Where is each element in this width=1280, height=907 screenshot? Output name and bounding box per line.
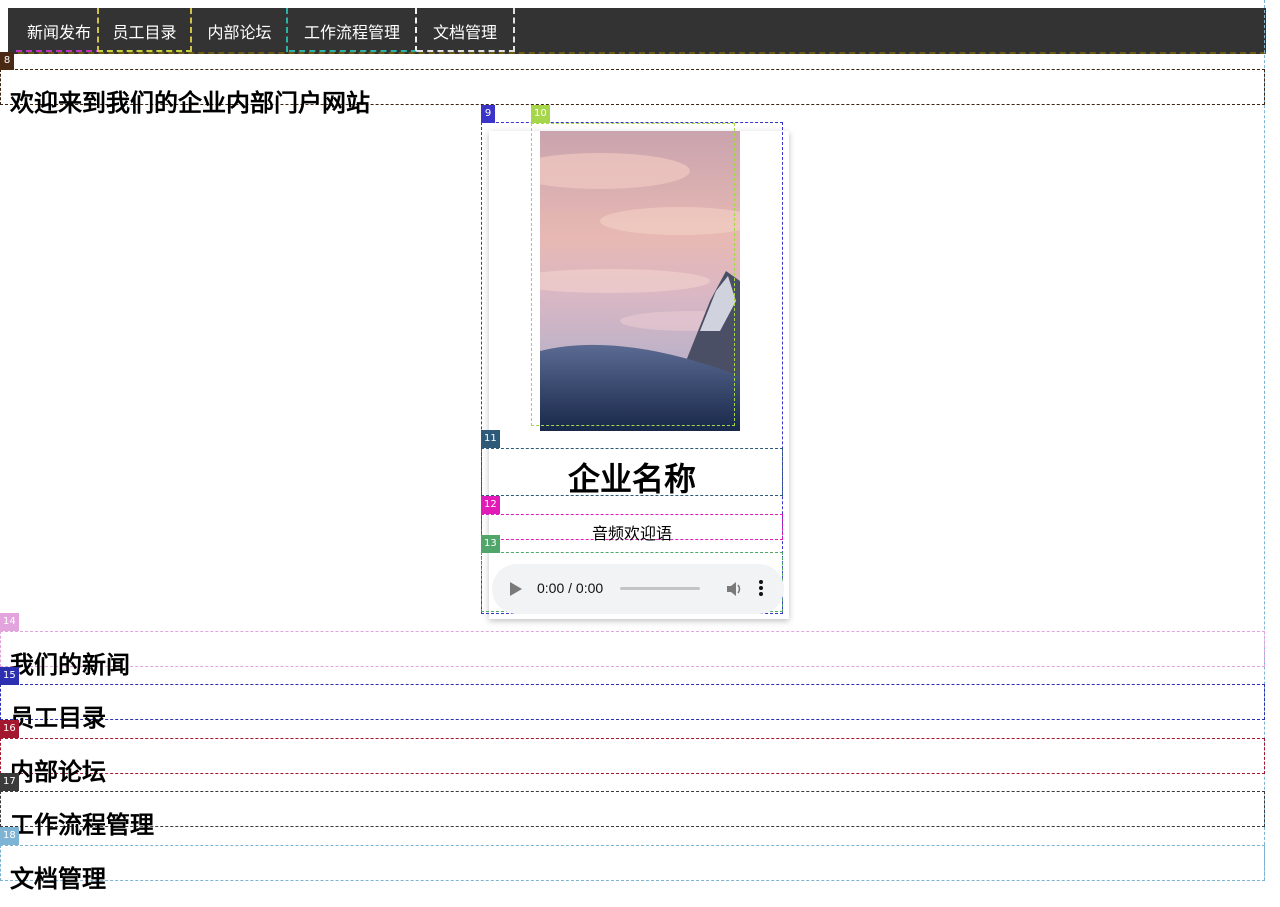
- nav-link-news[interactable]: 新闻发布: [16, 8, 102, 52]
- card-marker: 9: [481, 105, 495, 123]
- play-icon[interactable]: [510, 582, 522, 596]
- volume-icon[interactable]: [724, 579, 744, 599]
- news-heading: 我们的新闻: [10, 650, 130, 679]
- nav-link-workflow[interactable]: 工作流程管理: [289, 8, 417, 52]
- company-name-marker: 11: [481, 430, 500, 448]
- audio-greeting-label: 音频欢迎语: [481, 514, 783, 543]
- photo-frame: [531, 123, 735, 426]
- employee-directory-section: [0, 684, 1265, 720]
- company-name-heading: 企业名称: [481, 448, 783, 498]
- workflow-heading: 工作流程管理: [10, 810, 154, 839]
- audio-player[interactable]: 0:00 / 0:00: [492, 564, 784, 614]
- section-marker: 8: [0, 52, 14, 70]
- section-marker: 15: [0, 667, 19, 685]
- section-marker: 18: [0, 827, 19, 845]
- documents-section: [0, 845, 1265, 881]
- nav-link-forum[interactable]: 内部论坛: [193, 8, 288, 52]
- section-marker: 14: [0, 613, 19, 631]
- more-options-icon[interactable]: [758, 580, 764, 598]
- news-section: [0, 631, 1265, 667]
- workflow-section: [0, 791, 1265, 827]
- employee-directory-heading: 员工目录: [10, 703, 106, 732]
- greeting-marker: 12: [481, 496, 500, 514]
- top-navigation-bar: 新闻发布 员工目录 内部论坛 工作流程管理 文档管理: [8, 8, 1266, 54]
- nav-link-documents[interactable]: 文档管理: [417, 8, 515, 52]
- audio-marker: 13: [481, 535, 500, 553]
- nav-link-employee-directory[interactable]: 员工目录: [97, 8, 192, 52]
- welcome-heading: 欢迎来到我们的企业内部门户网站: [10, 88, 370, 117]
- photo-marker: 10: [531, 105, 550, 123]
- audio-seek-bar[interactable]: [620, 587, 700, 590]
- audio-time: 0:00 / 0:00: [537, 580, 604, 596]
- forum-heading: 内部论坛: [10, 757, 106, 786]
- documents-heading: 文档管理: [10, 864, 106, 893]
- section-marker: 16: [0, 720, 19, 738]
- section-marker: 17: [0, 773, 19, 791]
- forum-section: [0, 738, 1265, 774]
